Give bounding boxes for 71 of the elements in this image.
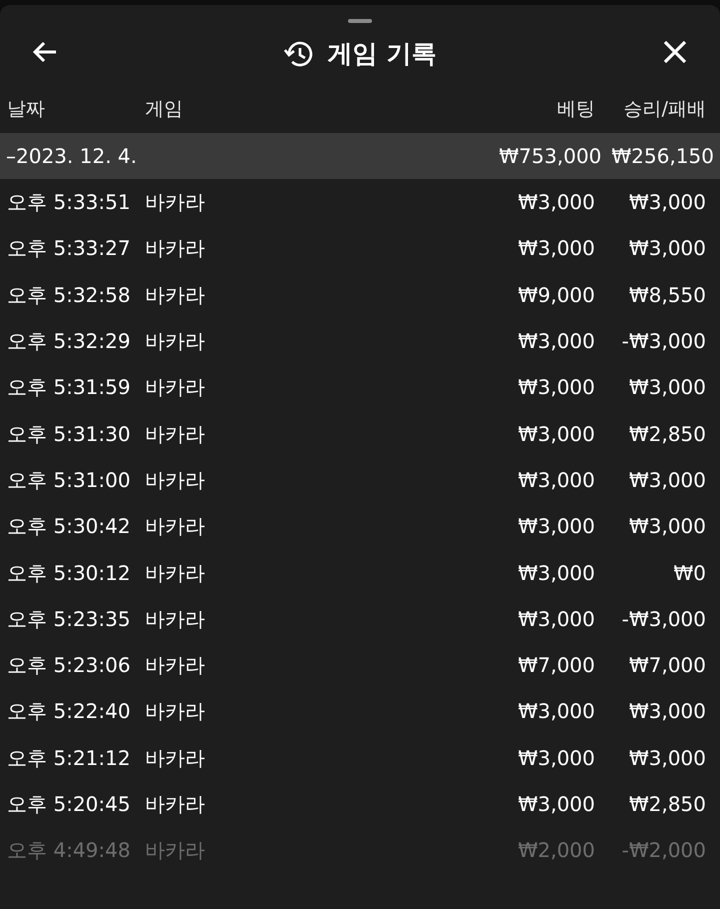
time-cell-text: 오후 5:31:00: [6, 466, 132, 494]
time-cell-text: 오후 5:30:12: [6, 560, 132, 587]
time-cell-text: 오후 5:22:40: [6, 698, 132, 726]
result-total: ₩256,150: [612, 143, 714, 170]
bet-cell-text: ₩3,000: [516, 374, 595, 402]
time-cell-text: 오후 5:23:35: [6, 606, 132, 633]
result-cell-text: ₩3,000: [628, 235, 706, 262]
result-cell-text: -₩3,000: [620, 606, 706, 633]
date-group-row[interactable]: –2023. 12. 4. ₩753,000 ₩256,150: [0, 133, 720, 179]
bet-cell-text: ₩3,000: [516, 235, 595, 262]
result-cell-text: ₩3,000: [628, 189, 706, 216]
time-cell-text: 오후 5:30:42: [6, 513, 132, 540]
result-cell-text: ₩0: [672, 560, 706, 587]
result-cell-text: ₩3,000: [628, 744, 706, 772]
bet-cell-text: ₩3,000: [516, 513, 595, 540]
game-cell-text: 바카라: [145, 606, 206, 633]
result-cell-text: ₩3,000: [628, 513, 706, 540]
column-header: 베팅: [556, 96, 595, 122]
game-cell-text: 바카라: [145, 652, 206, 680]
result-cell-text: ₩2,850: [628, 420, 706, 448]
bet-cell-text: ₩3,000: [516, 791, 595, 818]
bet-cell-text: ₩3,000: [516, 328, 595, 356]
result-cell-text: ₩3,000: [628, 466, 706, 494]
bet-cell-text: ₩3,000: [516, 420, 595, 448]
bet-cell-text: ₩2,000: [516, 837, 595, 864]
game-cell-text: 바카라: [145, 698, 206, 726]
game-cell-text: 바카라: [145, 189, 206, 216]
game-cell-text: 바카라: [145, 791, 206, 818]
bet-cell-text: ₩3,000: [516, 560, 595, 587]
game-cell-text: 바카라: [145, 744, 206, 772]
result-cell-text: ₩8,550: [628, 282, 706, 309]
bet-cell-text: ₩9,000: [516, 282, 595, 309]
game-cell-text: 바카라: [145, 282, 206, 309]
game-cell-text: 바카라: [145, 328, 206, 356]
time-cell-text: 오후 5:32:29: [6, 328, 132, 356]
time-cell-text: 오후 5:31:59: [6, 374, 132, 402]
column-header: 승리/패배: [622, 96, 706, 122]
drag-handle[interactable]: [348, 19, 372, 23]
result-cell-text: -₩3,000: [620, 328, 706, 356]
time-cell-text: 오후 5:33:51: [6, 189, 132, 216]
time-cell-text: 오후 5:33:27: [6, 235, 132, 262]
result-cell-text: -₩2,000: [620, 837, 706, 864]
game-cell-text: 바카라: [145, 466, 206, 494]
game-cell-text: 바카라: [145, 235, 206, 262]
group-date: –2023. 12. 4.: [6, 143, 137, 170]
column-header: 게임: [145, 96, 184, 122]
time-cell-text: 오후 5:31:30: [6, 420, 132, 448]
game-cell-text: 바카라: [145, 420, 206, 448]
game-cell-text: 바카라: [145, 513, 206, 540]
bet-cell-text: ₩7,000: [516, 652, 595, 680]
time-cell-text: 오후 5:20:45: [6, 791, 132, 818]
result-cell-text: ₩2,850: [628, 791, 706, 818]
result-cell-text: ₩7,000: [628, 652, 706, 680]
result-cell-text: ₩3,000: [628, 698, 706, 726]
game-cell-text: 바카라: [145, 560, 206, 587]
time-cell-text: 오후 4:49:48: [6, 837, 132, 864]
time-cell-text: 오후 5:32:58: [6, 282, 132, 309]
game-cell-text: 바카라: [145, 837, 206, 864]
time-cell-text: 오후 5:23:06: [6, 652, 132, 680]
column-header: 날짜: [6, 96, 46, 122]
history-icon: [284, 40, 314, 68]
bet-cell-text: ₩3,000: [516, 744, 595, 772]
bet-total: ₩753,000: [499, 143, 602, 170]
bet-cell-text: ₩3,000: [516, 606, 595, 633]
time-cell-text: 오후 5:21:12: [6, 744, 132, 772]
result-cell-text: ₩3,000: [628, 374, 706, 402]
dialog-title: 게임 기록: [328, 38, 436, 70]
game-cell-text: 바카라: [145, 374, 206, 402]
bet-cell-text: ₩3,000: [516, 698, 595, 726]
bet-cell-text: ₩3,000: [516, 189, 595, 216]
bet-cell-text: ₩3,000: [516, 466, 595, 494]
